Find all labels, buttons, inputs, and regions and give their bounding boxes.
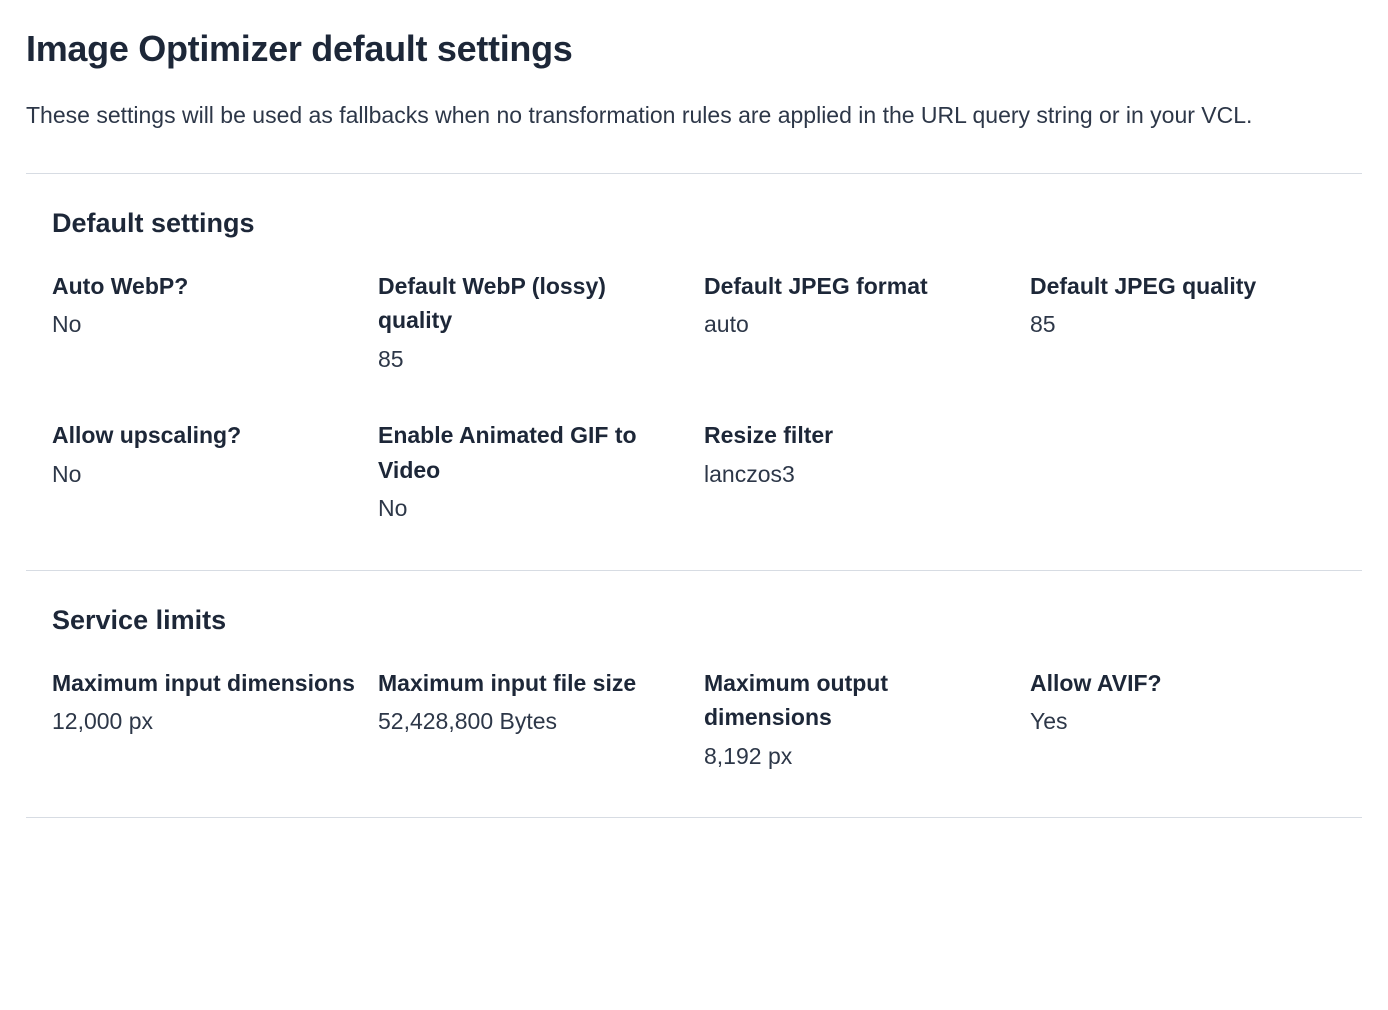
page-title: Image Optimizer default settings [26, 28, 1362, 70]
setting-label: Default JPEG format [704, 269, 1010, 304]
setting-max-output-dimensions: Maximum output dimensions 8,192 px [704, 666, 1010, 774]
setting-label: Resize filter [704, 418, 1010, 453]
default-settings-grid: Auto WebP? No Default WebP (lossy) quali… [52, 269, 1336, 526]
setting-label: Maximum input dimensions [52, 666, 358, 701]
setting-label: Auto WebP? [52, 269, 358, 304]
service-limits-title: Service limits [52, 605, 1336, 636]
setting-value: 85 [378, 342, 684, 377]
setting-label: Default JPEG quality [1030, 269, 1336, 304]
setting-resize-filter: Resize filter lanczos3 [704, 418, 1010, 526]
setting-label: Enable Animated GIF to Video [378, 418, 684, 487]
setting-enable-animated-gif-to-video: Enable Animated GIF to Video No [378, 418, 684, 526]
setting-value: No [52, 457, 358, 492]
service-limits-grid: Maximum input dimensions 12,000 px Maxim… [52, 666, 1336, 774]
setting-label: Allow upscaling? [52, 418, 358, 453]
setting-value: 52,428,800 Bytes [378, 704, 684, 739]
setting-value: Yes [1030, 704, 1336, 739]
setting-max-input-file-size: Maximum input file size 52,428,800 Bytes [378, 666, 684, 774]
setting-label: Allow AVIF? [1030, 666, 1336, 701]
setting-default-jpeg-quality: Default JPEG quality 85 [1030, 269, 1336, 377]
default-settings-section: Default settings Auto WebP? No Default W… [26, 174, 1362, 570]
section-divider [26, 817, 1362, 818]
setting-label: Default WebP (lossy) quality [378, 269, 684, 338]
setting-default-jpeg-format: Default JPEG format auto [704, 269, 1010, 377]
default-settings-title: Default settings [52, 208, 1336, 239]
setting-value: 12,000 px [52, 704, 358, 739]
setting-value: No [378, 491, 684, 526]
setting-default-webp-quality: Default WebP (lossy) quality 85 [378, 269, 684, 377]
setting-value: lanczos3 [704, 457, 1010, 492]
setting-allow-avif: Allow AVIF? Yes [1030, 666, 1336, 774]
setting-max-input-dimensions: Maximum input dimensions 12,000 px [52, 666, 358, 774]
setting-label: Maximum output dimensions [704, 666, 1010, 735]
page-description: These settings will be used as fallbacks… [26, 98, 1286, 133]
setting-value: 85 [1030, 307, 1336, 342]
setting-label: Maximum input file size [378, 666, 684, 701]
service-limits-section: Service limits Maximum input dimensions … [26, 571, 1362, 818]
setting-value: auto [704, 307, 1010, 342]
setting-value: No [52, 307, 358, 342]
setting-allow-upscaling: Allow upscaling? No [52, 418, 358, 526]
setting-auto-webp: Auto WebP? No [52, 269, 358, 377]
setting-value: 8,192 px [704, 739, 1010, 774]
